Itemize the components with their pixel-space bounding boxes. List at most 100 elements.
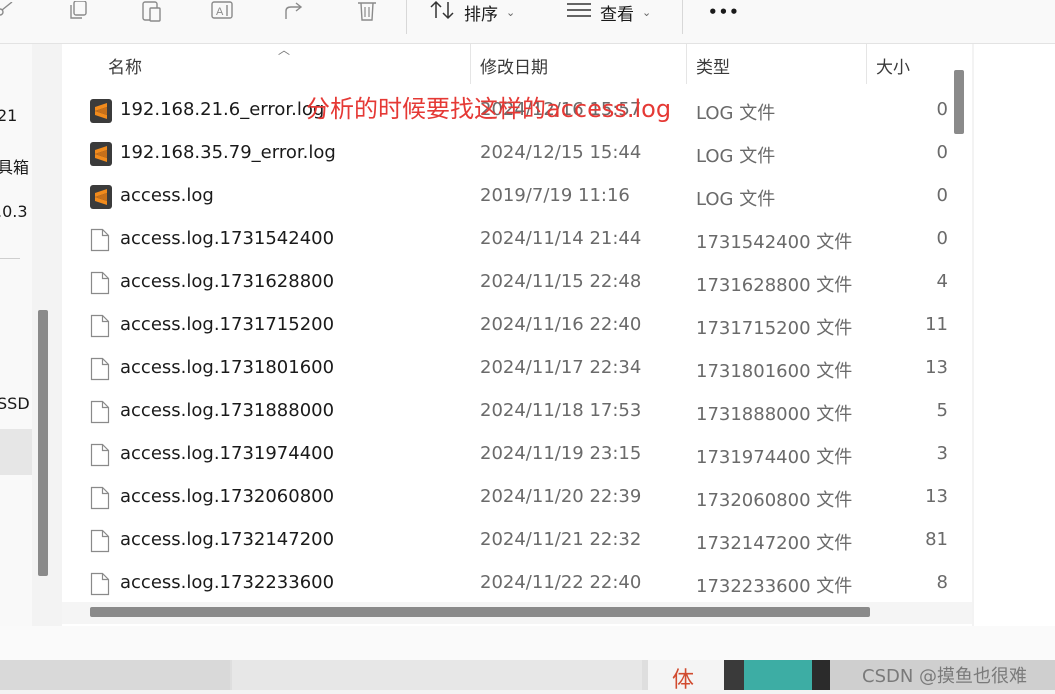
file-size: 3: [936, 443, 948, 464]
file-size: 81: [925, 529, 948, 550]
watermark: CSDN @摸鱼也很难: [862, 666, 1028, 687]
file-size: 13: [925, 357, 948, 378]
nav-item[interactable]: 21: [0, 106, 17, 125]
file-name: access.log: [120, 185, 214, 206]
file-date: 2024/11/14 21:44: [480, 228, 642, 249]
file-type: 1732147200 文件: [696, 533, 853, 554]
file-date: 2024/11/18 17:53: [480, 400, 642, 421]
file-icon: [90, 228, 112, 252]
file-name: access.log.1731974400: [120, 443, 335, 464]
file-type: 1731888000 文件: [696, 404, 853, 425]
file-name: access.log.1731715200: [120, 314, 335, 335]
file-name: access.log.1732060800: [120, 486, 335, 507]
file-date: 2024/11/19 23:15: [480, 443, 642, 464]
file-date: 2019/7/19 11:16: [480, 185, 630, 206]
table-row[interactable]: access.log 2019/7/19 11:16 LOG 文件 0: [62, 176, 972, 219]
file-size: 4: [936, 271, 948, 292]
file-name: access.log.1731888000: [120, 400, 335, 421]
file-name: access.log.1732147200: [120, 529, 335, 550]
taskbar-segment: [0, 660, 230, 690]
sublime-icon: [90, 142, 112, 166]
toolbar-divider: [406, 0, 407, 34]
file-date: 2024/11/17 22:34: [480, 357, 642, 378]
command-bar: A 排序 ⌄ 查看 ⌄ •••: [0, 0, 1055, 44]
file-icon: [90, 572, 112, 596]
column-header-date[interactable]: 修改日期: [480, 53, 548, 78]
nav-scrollbar[interactable]: [38, 310, 48, 576]
file-type: 1731715200 文件: [696, 318, 853, 339]
file-size: 11: [925, 314, 948, 335]
vertical-scrollbar[interactable]: [954, 70, 964, 134]
table-row[interactable]: access.log.1732060800 2024/11/20 22:39 1…: [62, 477, 972, 520]
nav-item[interactable]: SSD: [0, 394, 30, 413]
nav-item[interactable]: 具箱: [0, 154, 29, 178]
file-size: 0: [936, 185, 948, 206]
file-type: 1731628800 文件: [696, 275, 853, 296]
table-row[interactable]: access.log.1731888000 2024/11/18 17:53 1…: [62, 391, 972, 434]
column-header-row: ︿ 名称 修改日期 类型 大小: [62, 44, 972, 86]
file-size: 0: [936, 99, 948, 120]
file-date: 2024/11/21 22:32: [480, 529, 642, 550]
table-row[interactable]: access.log.1731628800 2024/11/15 22:48 1…: [62, 262, 972, 305]
file-date: 2024/12/15 15:44: [480, 142, 642, 163]
view-button[interactable]: 查看 ⌄: [566, 0, 651, 25]
taskbar-segment: [812, 660, 830, 690]
file-icon: [90, 400, 112, 424]
file-name: 192.168.35.79_error.log: [120, 142, 336, 163]
file-icon: [90, 314, 112, 338]
copy-icon[interactable]: [66, 0, 92, 22]
cut-icon[interactable]: [0, 0, 16, 22]
file-icon: [90, 271, 112, 295]
file-date: 2024/11/15 22:48: [480, 271, 642, 292]
horizontal-scrollbar[interactable]: [90, 607, 870, 617]
delete-icon[interactable]: [354, 0, 380, 22]
file-size: 8: [936, 572, 948, 593]
file-size: 0: [936, 228, 948, 249]
taskbar-app-label: 体: [672, 668, 695, 693]
file-date: 2024/11/20 22:39: [480, 486, 642, 507]
toolbar-divider: [682, 0, 683, 34]
file-icon: [90, 486, 112, 510]
file-icon: [90, 443, 112, 467]
column-header-name[interactable]: 名称: [108, 53, 142, 78]
details-pane-edge: [974, 44, 1055, 660]
sort-ascending-icon: ︿: [278, 44, 291, 57]
file-type: 1732233600 文件: [696, 576, 853, 597]
rename-icon[interactable]: A: [210, 0, 238, 22]
navigation-pane: 21 具箱 .0.3 SSD: [0, 44, 32, 626]
taskbar-app[interactable]: [744, 660, 812, 690]
window-bottom-edge: [0, 626, 1055, 660]
column-divider[interactable]: [866, 44, 867, 84]
paste-icon[interactable]: [138, 0, 164, 22]
file-icon: [90, 357, 112, 381]
sublime-icon: [90, 185, 112, 209]
table-row[interactable]: access.log.1731801600 2024/11/17 22:34 1…: [62, 348, 972, 391]
file-list: ︿ 名称 修改日期 类型 大小 192.168.21.6_error.log 2…: [62, 44, 972, 626]
column-header-size[interactable]: 大小: [876, 53, 910, 78]
table-row[interactable]: 192.168.35.79_error.log 2024/12/15 15:44…: [62, 133, 972, 176]
table-row[interactable]: access.log.1732147200 2024/11/21 22:32 1…: [62, 520, 972, 563]
table-row[interactable]: access.log.1731974400 2024/11/19 23:15 1…: [62, 434, 972, 477]
share-icon[interactable]: [282, 0, 308, 22]
file-type: 1731974400 文件: [696, 447, 853, 468]
file-name: 192.168.21.6_error.log: [120, 99, 325, 120]
file-type: 1731542400 文件: [696, 232, 853, 253]
file-rows: 192.168.21.6_error.log 2024/12/16 15:57 …: [62, 90, 972, 606]
sort-button[interactable]: 排序 ⌄: [430, 0, 515, 25]
taskbar: 体 CSDN @摸鱼也很难: [0, 660, 1055, 693]
file-type: LOG 文件: [696, 146, 776, 167]
nav-item[interactable]: .0.3: [0, 202, 28, 221]
table-row[interactable]: access.log.1731542400 2024/11/14 21:44 1…: [62, 219, 972, 262]
file-name: access.log.1731628800: [120, 271, 335, 292]
column-header-type[interactable]: 类型: [696, 53, 730, 78]
file-name: access.log.1731801600: [120, 357, 335, 378]
table-row[interactable]: access.log.1731715200 2024/11/16 22:40 1…: [62, 305, 972, 348]
nav-item-selected[interactable]: [0, 429, 32, 475]
more-options-button[interactable]: •••: [708, 0, 740, 24]
taskbar-segment: [724, 660, 744, 690]
table-row[interactable]: access.log.1732233600 2024/11/22 22:40 1…: [62, 563, 972, 606]
view-icon: [566, 1, 592, 24]
column-divider[interactable]: [470, 44, 471, 84]
file-size: 0: [936, 142, 948, 163]
column-divider[interactable]: [686, 44, 687, 84]
